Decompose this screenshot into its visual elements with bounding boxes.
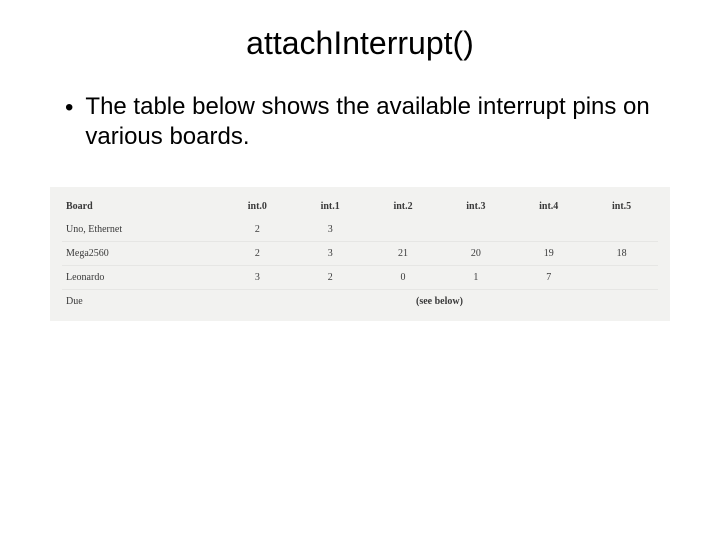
cell-int2 xyxy=(367,218,440,242)
th-int0: int.0 xyxy=(221,195,294,218)
cell-int0: 2 xyxy=(221,218,294,242)
table-row: Leonardo 3 2 0 1 7 xyxy=(62,266,658,290)
cell-int5 xyxy=(585,218,658,242)
bullet-text: The table below shows the available inte… xyxy=(85,92,680,152)
th-int1: int.1 xyxy=(294,195,367,218)
cell-int1: 2 xyxy=(294,266,367,290)
cell-int1: 3 xyxy=(294,218,367,242)
th-int4: int.4 xyxy=(512,195,585,218)
bullet-dot-icon: • xyxy=(65,92,73,124)
page-title: attachInterrupt() xyxy=(40,25,680,62)
bullet-block: • The table below shows the available in… xyxy=(40,92,680,152)
cell-int2: 0 xyxy=(367,266,440,290)
table-row: Mega2560 2 3 21 20 19 18 xyxy=(62,242,658,266)
table-row-due: Due (see below) xyxy=(62,290,658,314)
cell-int5 xyxy=(585,266,658,290)
cell-int4: 19 xyxy=(512,242,585,266)
cell-board: Uno, Ethernet xyxy=(62,218,221,242)
interrupt-table: Board int.0 int.1 int.2 int.3 int.4 int.… xyxy=(62,195,658,313)
cell-int4: 7 xyxy=(512,266,585,290)
cell-int3: 20 xyxy=(439,242,512,266)
cell-int3 xyxy=(439,218,512,242)
cell-int0: 3 xyxy=(221,266,294,290)
th-int5: int.5 xyxy=(585,195,658,218)
cell-int4 xyxy=(512,218,585,242)
cell-board: Leonardo xyxy=(62,266,221,290)
slide: attachInterrupt() • The table below show… xyxy=(0,0,720,540)
cell-int2: 21 xyxy=(367,242,440,266)
cell-int1: 3 xyxy=(294,242,367,266)
cell-int3: 1 xyxy=(439,266,512,290)
bullet-item: • The table below shows the available in… xyxy=(65,92,680,152)
cell-board-due: Due xyxy=(62,290,221,314)
interrupt-table-wrap: Board int.0 int.1 int.2 int.3 int.4 int.… xyxy=(50,187,670,321)
table-header-row: Board int.0 int.1 int.2 int.3 int.4 int.… xyxy=(62,195,658,218)
cell-int5: 18 xyxy=(585,242,658,266)
th-board: Board xyxy=(62,195,221,218)
cell-see-below: (see below) xyxy=(221,290,658,314)
table-row: Uno, Ethernet 2 3 xyxy=(62,218,658,242)
cell-board: Mega2560 xyxy=(62,242,221,266)
th-int2: int.2 xyxy=(367,195,440,218)
th-int3: int.3 xyxy=(439,195,512,218)
cell-int0: 2 xyxy=(221,242,294,266)
